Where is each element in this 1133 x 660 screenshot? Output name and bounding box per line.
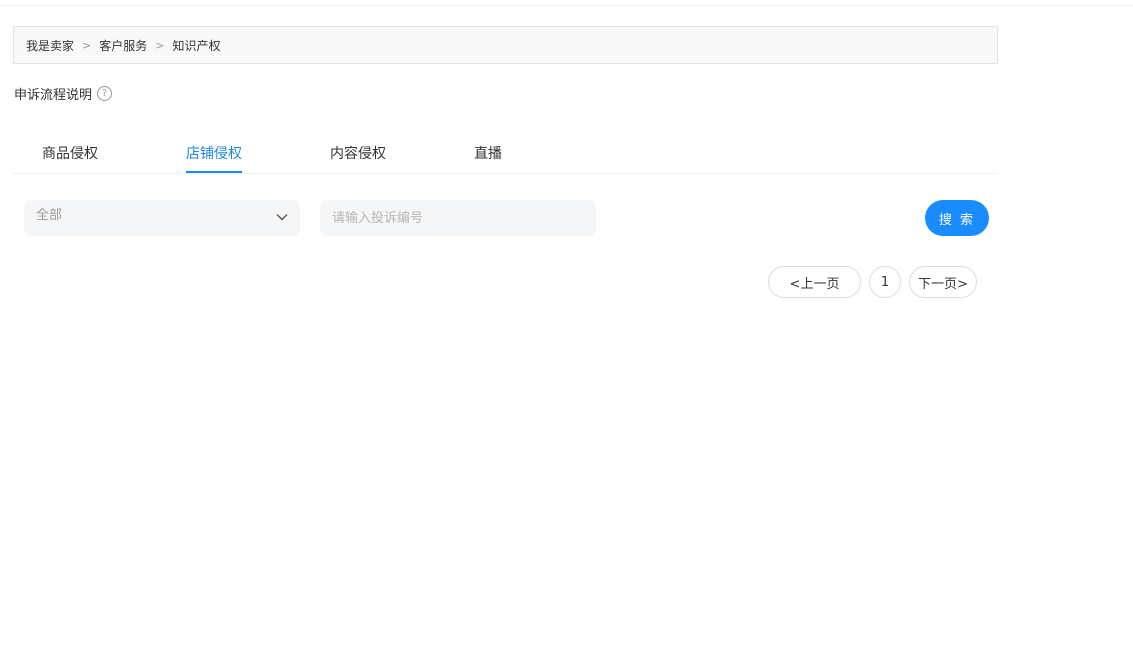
prev-page-button[interactable]: <上一页 [768,266,861,298]
complaint-number-input[interactable] [320,200,596,236]
tab-store-infringement[interactable]: 店铺侵权 [186,143,242,173]
breadcrumb-item-seller[interactable]: 我是卖家 [26,37,74,54]
tab-content-infringement[interactable]: 内容侵权 [330,143,386,173]
breadcrumb-item-ip: 知识产权 [172,38,221,53]
breadcrumb: 我是卖家 > 客户服务 > 知识产权 [13,26,998,64]
chevron-down-icon [276,214,288,221]
top-divider [0,5,1133,6]
tab-product-infringement[interactable]: 商品侵权 [42,143,98,173]
next-page-button[interactable]: 下一页> [909,266,977,298]
tab-bar: 商品侵权 店铺侵权 内容侵权 直播 [13,135,998,174]
breadcrumb-separator: > [82,38,92,52]
page-number-button[interactable]: 1 [869,266,901,298]
breadcrumb-separator: > [155,38,165,52]
help-icon[interactable]: ? [97,86,113,101]
appeal-process-link[interactable]: 申诉流程说明 ? [14,84,113,103]
breadcrumb-item-customer-service[interactable]: 客户服务 [99,37,147,54]
category-select-value: 全部 [36,208,63,223]
category-select[interactable]: 全部 [24,200,300,236]
search-button[interactable]: 搜 索 [925,200,989,236]
tab-live-stream[interactable]: 直播 [474,143,502,173]
appeal-process-label: 申诉流程说明 [14,88,93,103]
